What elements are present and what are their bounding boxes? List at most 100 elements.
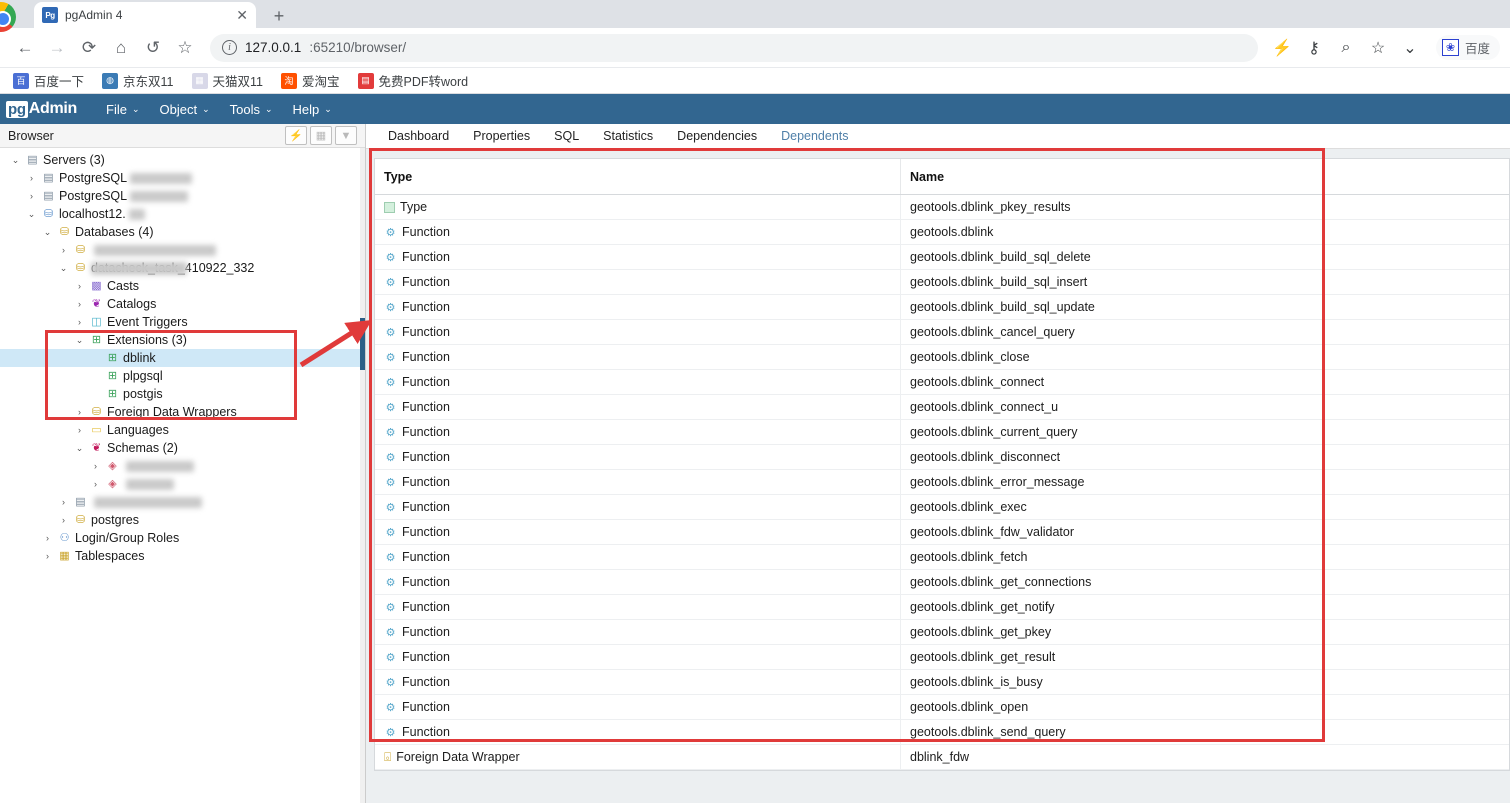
history-back-icon[interactable]: ↺ xyxy=(138,33,168,63)
bookmark-star-icon[interactable]: ☆ xyxy=(170,33,200,63)
tree-twisty-icon[interactable]: › xyxy=(41,533,54,543)
tree-node[interactable]: ›❦Catalogs xyxy=(0,295,365,313)
tab-dependencies[interactable]: Dependencies xyxy=(665,126,769,146)
tree-twisty-icon[interactable]: › xyxy=(57,515,70,525)
tree-twisty-icon[interactable]: ⌄ xyxy=(9,155,22,166)
query-tool-button[interactable]: ⚡ xyxy=(285,126,307,145)
key-icon[interactable]: ⚷ xyxy=(1300,34,1328,62)
bookmark-item[interactable]: 淘爱淘宝 xyxy=(274,69,347,92)
table-row[interactable]: ⚙Functiongeotools.dblink_cancel_query xyxy=(375,320,1509,345)
dependents-grid[interactable]: Type Name Typegeotools.dblink_pkey_resul… xyxy=(374,158,1510,771)
tab-dependents[interactable]: Dependents xyxy=(769,126,860,146)
tab-dashboard[interactable]: Dashboard xyxy=(376,126,461,146)
tree-node[interactable]: ›▤ xyxy=(0,493,365,511)
tree-twisty-icon[interactable]: ⌄ xyxy=(57,263,70,274)
tree-scrollbar[interactable] xyxy=(360,148,365,803)
menu-object[interactable]: Object ⌄ xyxy=(151,98,219,121)
tree-twisty-icon[interactable]: › xyxy=(25,191,38,201)
tree-twisty-icon[interactable]: ⌄ xyxy=(25,209,38,220)
tab-sql[interactable]: SQL xyxy=(542,126,591,146)
tree-twisty-icon[interactable]: › xyxy=(73,317,86,327)
tree-twisty-icon[interactable]: › xyxy=(41,551,54,561)
back-icon[interactable]: ← xyxy=(10,33,40,63)
tree-twisty-icon[interactable]: ⌄ xyxy=(73,443,86,454)
table-row[interactable]: ⚙Functiongeotools.dblink_is_busy xyxy=(375,670,1509,695)
table-row[interactable]: ⌻Foreign Data Wrapperdblink_fdw xyxy=(375,745,1509,770)
tree-twisty-icon[interactable]: › xyxy=(89,461,102,471)
tree-twisty-icon[interactable]: › xyxy=(73,425,86,435)
reload-icon[interactable]: ⟳ xyxy=(74,33,104,63)
tab-statistics[interactable]: Statistics xyxy=(591,126,665,146)
tree-node[interactable]: ⌄⛁localhost12. xyxy=(0,205,365,223)
table-row[interactable]: ⚙Functiongeotools.dblink_fdw_validator xyxy=(375,520,1509,545)
tree-twisty-icon[interactable]: › xyxy=(25,173,38,183)
forward-icon[interactable]: → xyxy=(42,33,72,63)
bookmark-item[interactable]: 百百度一下 xyxy=(6,69,91,92)
tree-node[interactable]: ›⚇Login/Group Roles xyxy=(0,529,365,547)
tree-twisty-icon[interactable]: › xyxy=(57,497,70,507)
table-row[interactable]: ⚙Functiongeotools.dblink_build_sql_delet… xyxy=(375,245,1509,270)
tree-node[interactable]: ⊞plpgsql xyxy=(0,367,365,385)
table-row[interactable]: ⚙Functiongeotools.dblink_build_sql_inser… xyxy=(375,270,1509,295)
table-row[interactable]: ⚙Functiongeotools.dblink_error_message xyxy=(375,470,1509,495)
column-header-name[interactable]: Name xyxy=(900,159,1509,194)
tree-twisty-icon[interactable]: › xyxy=(73,299,86,309)
table-row[interactable]: Typegeotools.dblink_pkey_results xyxy=(375,195,1509,220)
filter-button[interactable]: ▼ xyxy=(335,126,357,145)
baidu-extension-button[interactable]: ❀ 百度 xyxy=(1436,35,1500,60)
bookmark-item[interactable]: ▦天猫双11 xyxy=(185,69,270,92)
tree-node[interactable]: ›⛁Foreign Data Wrappers xyxy=(0,403,365,421)
table-row[interactable]: ⚙Functiongeotools.dblink_disconnect xyxy=(375,445,1509,470)
tree-node[interactable]: ›⛁postgres xyxy=(0,511,365,529)
tree-twisty-icon[interactable]: › xyxy=(73,407,86,417)
table-row[interactable]: ⚙Functiongeotools.dblink_connect_u xyxy=(375,395,1509,420)
tree-node[interactable]: ›◫Event Triggers xyxy=(0,313,365,331)
browser-tab-pgadmin[interactable]: Pg pgAdmin 4 ✕ xyxy=(34,2,256,28)
bookmark-item[interactable]: ▤免费PDF转word xyxy=(351,69,476,92)
menu-tools[interactable]: Tools ⌄ xyxy=(221,98,282,121)
close-icon[interactable]: ✕ xyxy=(236,8,248,22)
address-bar[interactable]: i 127.0.0.1:65210/browser/ xyxy=(210,34,1258,62)
table-row[interactable]: ⚙Functiongeotools.dblink_build_sql_updat… xyxy=(375,295,1509,320)
object-tree[interactable]: ⌄▤Servers (3)›▤PostgreSQL›▤PostgreSQL⌄⛁l… xyxy=(0,148,365,803)
table-row[interactable]: ⚙Functiongeotools.dblink_get_notify xyxy=(375,595,1509,620)
tree-node[interactable]: ›◈ xyxy=(0,457,365,475)
tree-node[interactable]: ⌄⊞Extensions (3) xyxy=(0,331,365,349)
tree-node[interactable]: ›▤PostgreSQL xyxy=(0,187,365,205)
table-row[interactable]: ⚙Functiongeotools.dblink_get_result xyxy=(375,645,1509,670)
table-row[interactable]: ⚙Functiongeotools.dblink xyxy=(375,220,1509,245)
column-header-type[interactable]: Type xyxy=(375,170,900,184)
table-row[interactable]: ⚙Functiongeotools.dblink_current_query xyxy=(375,420,1509,445)
star-icon[interactable]: ☆ xyxy=(1364,34,1392,62)
tree-node[interactable]: ⊞postgis xyxy=(0,385,365,403)
search-zoom-icon[interactable]: ⌕ xyxy=(1332,34,1360,62)
tree-twisty-icon[interactable]: ⌄ xyxy=(41,227,54,238)
tree-node[interactable]: ⌄❦Schemas (2) xyxy=(0,439,365,457)
chevron-down-icon[interactable]: ⌄ xyxy=(1396,34,1424,62)
tree-node[interactable]: ›▤PostgreSQL xyxy=(0,169,365,187)
table-row[interactable]: ⚙Functiongeotools.dblink_open xyxy=(375,695,1509,720)
tree-twisty-icon[interactable]: › xyxy=(73,281,86,291)
tree-node[interactable]: ⊞dblink xyxy=(0,349,365,367)
tab-properties[interactable]: Properties xyxy=(461,126,542,146)
tree-twisty-icon[interactable]: › xyxy=(89,479,102,489)
grid-view-button[interactable]: ▦ xyxy=(310,126,332,145)
menu-file[interactable]: File ⌄ xyxy=(97,98,149,121)
table-row[interactable]: ⚙Functiongeotools.dblink_exec xyxy=(375,495,1509,520)
tree-node[interactable]: ⌄⛁Databases (4) xyxy=(0,223,365,241)
tree-node[interactable]: ›▦Tablespaces xyxy=(0,547,365,565)
tree-node[interactable]: ⌄▤Servers (3) xyxy=(0,151,365,169)
tree-node[interactable]: ›▭Languages xyxy=(0,421,365,439)
table-row[interactable]: ⚙Functiongeotools.dblink_fetch xyxy=(375,545,1509,570)
flash-icon[interactable]: ⚡ xyxy=(1268,34,1296,62)
site-info-icon[interactable]: i xyxy=(222,40,237,55)
tree-node[interactable]: ›◈ xyxy=(0,475,365,493)
tree-node[interactable]: ›⛁ xyxy=(0,241,365,259)
table-row[interactable]: ⚙Functiongeotools.dblink_close xyxy=(375,345,1509,370)
tree-twisty-icon[interactable]: › xyxy=(57,245,70,255)
table-row[interactable]: ⚙Functiongeotools.dblink_get_connections xyxy=(375,570,1509,595)
tree-node[interactable]: ›▩Casts xyxy=(0,277,365,295)
home-icon[interactable]: ⌂ xyxy=(106,33,136,63)
menu-help[interactable]: Help ⌄ xyxy=(284,98,341,121)
table-row[interactable]: ⚙Functiongeotools.dblink_get_pkey xyxy=(375,620,1509,645)
